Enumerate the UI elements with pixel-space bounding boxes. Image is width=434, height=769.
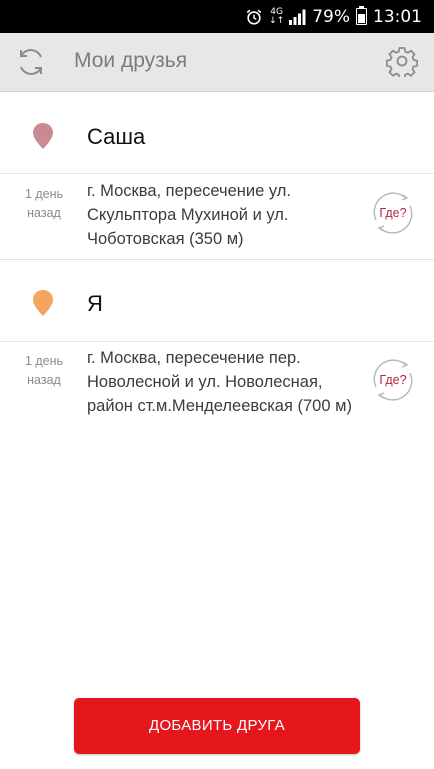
battery-icon: [356, 6, 367, 25]
time-ago-suffix: назад: [27, 206, 61, 220]
friend-name: Саша: [87, 124, 146, 149]
last-seen-time: 1 день назад: [16, 185, 72, 223]
signal-icon: [289, 9, 306, 25]
status-bar: 4G ↓↑ 79% 13:01: [0, 0, 434, 33]
time-ago-suffix: назад: [27, 373, 61, 387]
battery-fill: [358, 14, 365, 23]
location-pin-icon: [33, 123, 53, 149]
divider: [0, 341, 434, 342]
page-title: Мои друзья: [74, 49, 188, 72]
network-type: 4G ↓↑: [269, 7, 285, 26]
friend-name: Я: [87, 291, 103, 316]
app-toolbar: Мои друзья: [0, 33, 434, 92]
friend-address: г. Москва, пересечение пер. Новолесной и…: [87, 349, 352, 415]
network-activity: ↓↑: [269, 15, 285, 26]
gear-icon[interactable]: [386, 45, 418, 77]
where-button[interactable]: Где?: [370, 190, 416, 236]
time-ago-value: 1 день: [24, 187, 64, 201]
refresh-icon[interactable]: [14, 45, 48, 79]
friend-address: г. Москва, пересечение ул. Скульптора Му…: [87, 182, 291, 248]
time-ago-value: 1 день: [24, 354, 64, 368]
last-seen-time: 1 день назад: [16, 352, 72, 390]
divider: [0, 173, 434, 174]
where-button[interactable]: Где?: [370, 357, 416, 403]
section-divider: [0, 259, 434, 260]
alarm-icon: [246, 9, 262, 25]
battery-percent: 79%: [312, 6, 350, 27]
where-label: Где?: [379, 206, 407, 220]
location-pin-icon: [33, 290, 53, 316]
add-friend-button[interactable]: ДОБАВИТЬ ДРУГА: [74, 698, 360, 754]
where-label: Где?: [379, 373, 407, 387]
status-icons: 4G ↓↑ 79% 13:01: [245, 0, 422, 33]
clock: 13:01: [373, 6, 422, 27]
